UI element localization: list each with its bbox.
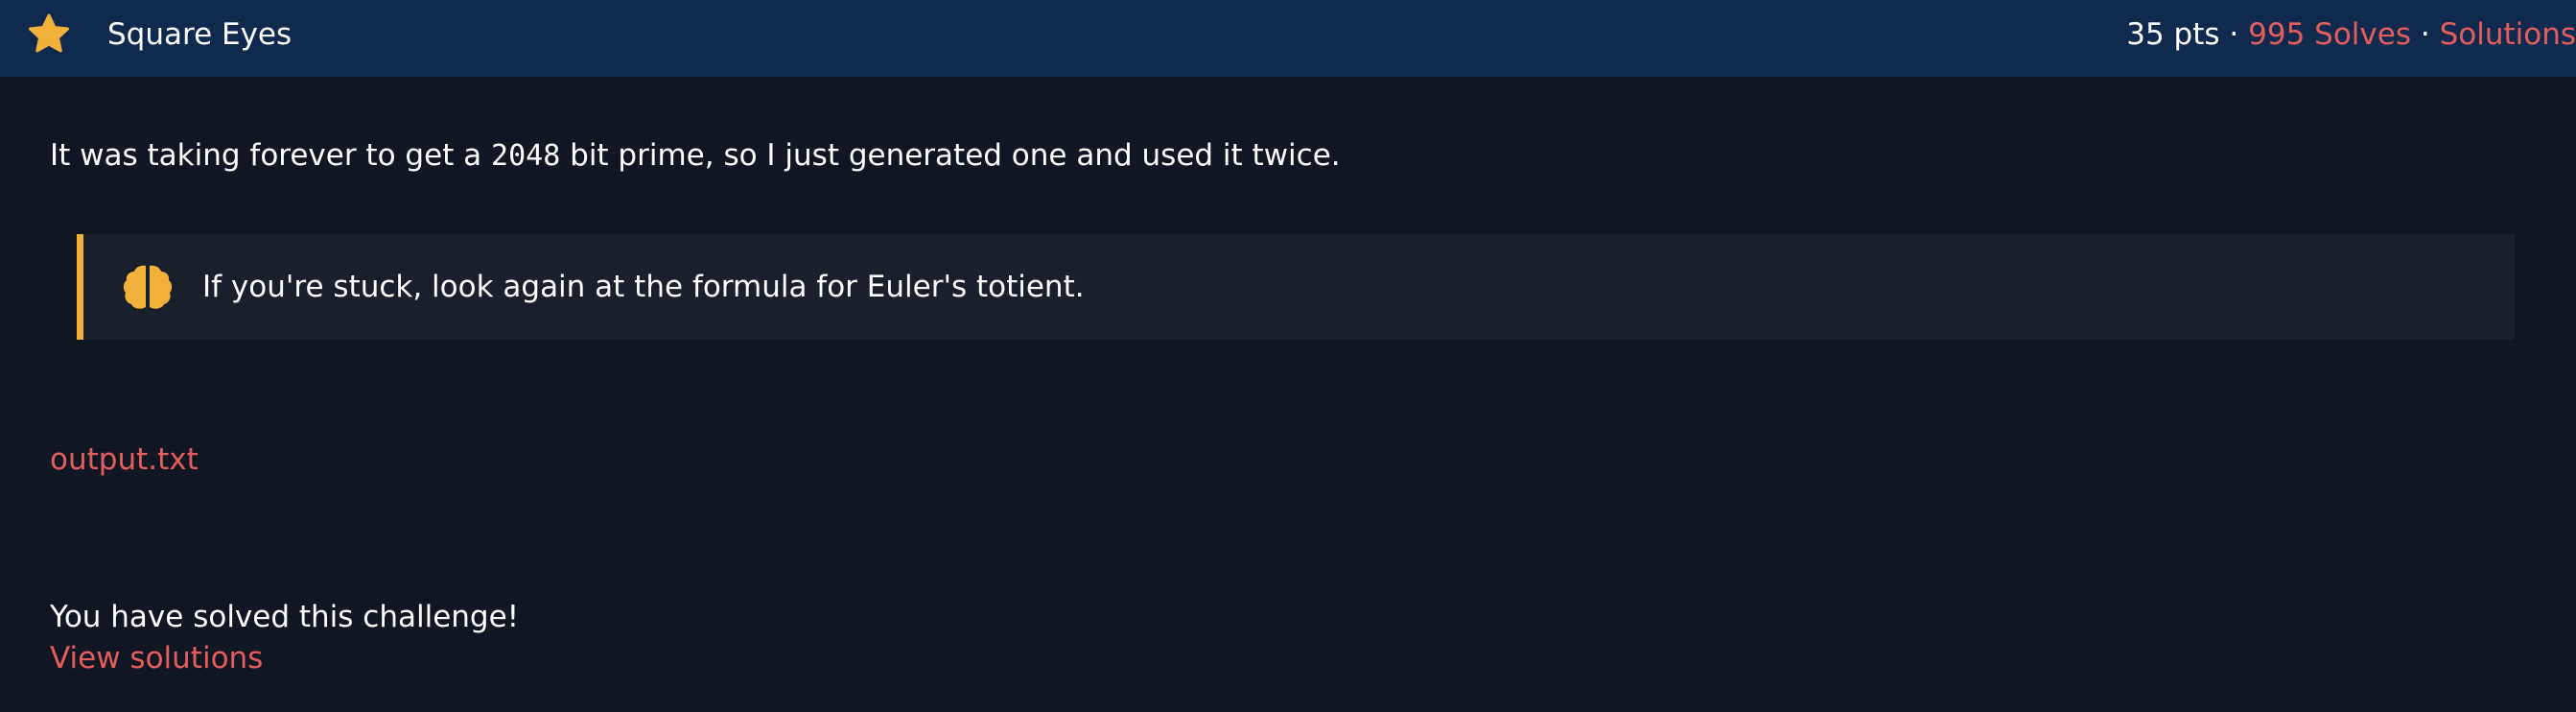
star-icon[interactable] bbox=[27, 12, 71, 57]
description-text-start: It was taking forever to get a bbox=[50, 138, 492, 173]
solved-status-text: You have solved this challenge! bbox=[50, 600, 520, 634]
points-value: 35 pts bbox=[2126, 17, 2220, 52]
challenge-meta: 35 pts · 995 Solves · Solutions bbox=[2126, 13, 2576, 56]
solutions-link[interactable]: Solutions bbox=[2440, 17, 2576, 52]
separator: · bbox=[2420, 17, 2430, 52]
challenge-description: It was taking forever to get a 2048 bit … bbox=[50, 134, 1341, 178]
hint-text: If you're stuck, look again at the formu… bbox=[202, 270, 1085, 304]
separator: · bbox=[2229, 17, 2239, 52]
view-solutions-link[interactable]: View solutions bbox=[50, 637, 263, 679]
file-download-link[interactable]: output.txt bbox=[50, 439, 199, 481]
brain-icon bbox=[123, 265, 173, 309]
solves-link[interactable]: 995 Solves bbox=[2248, 17, 2411, 52]
description-number: 2048 bbox=[491, 139, 561, 173]
challenge-title: Square Eyes bbox=[107, 17, 293, 52]
challenge-header[interactable]: Square Eyes 35 pts · 995 Solves · Soluti… bbox=[0, 0, 2576, 77]
description-text-end: bit prime, so I just generated one and u… bbox=[560, 138, 1341, 173]
hint-callout: If you're stuck, look again at the formu… bbox=[77, 234, 2515, 340]
